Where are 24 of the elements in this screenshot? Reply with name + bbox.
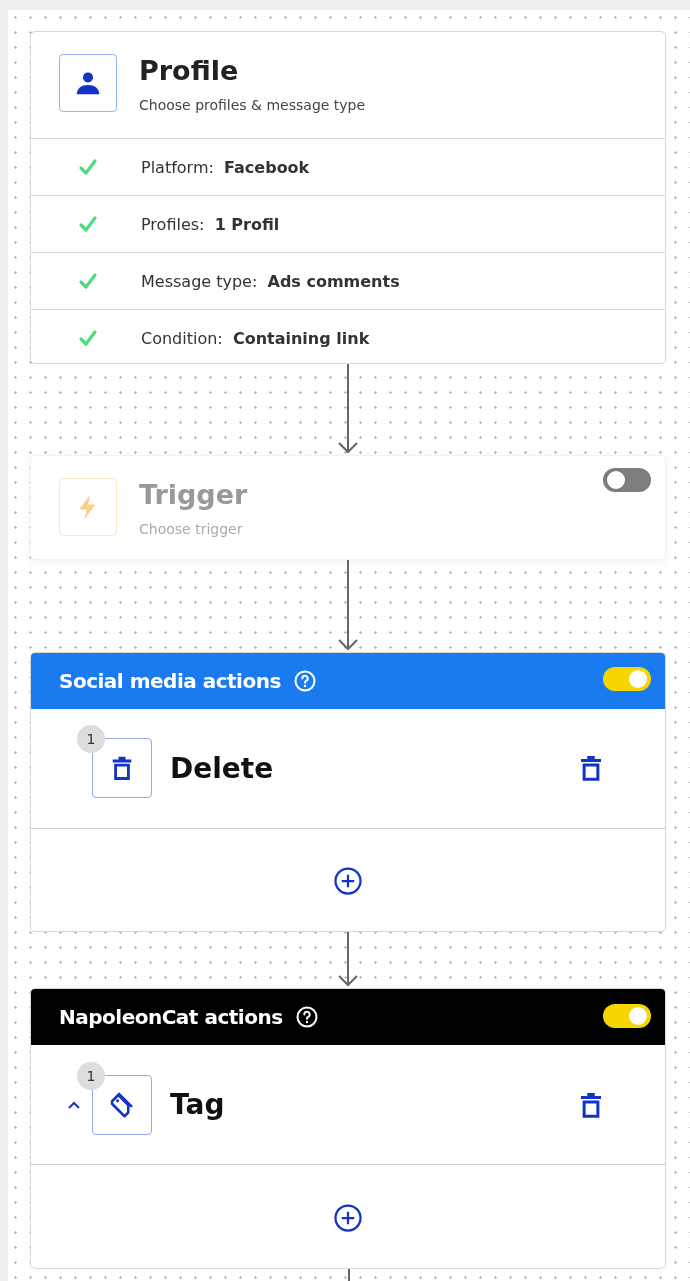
card-subtitle: Choose profiles & message type (139, 97, 367, 113)
card-title: Profile (139, 55, 240, 87)
toggle-switch[interactable] (603, 667, 651, 692)
action-name: Tag (170, 1088, 226, 1122)
connector-arrow (336, 932, 360, 989)
card-title: Trigger (139, 479, 249, 512)
lightning-icon (59, 478, 117, 537)
action-name: Delete (170, 751, 275, 785)
setting-text: Condition: Containing link (141, 328, 370, 348)
setting-text: Platform: Facebook (141, 157, 310, 177)
setting-text: Message type: Ads comments (141, 271, 400, 291)
add-icon[interactable] (333, 1202, 363, 1233)
person-icon (59, 54, 117, 112)
help-icon[interactable] (294, 1005, 319, 1030)
group-title: NapoleonCat actions (59, 1005, 283, 1030)
card-subtitle: Choose trigger (139, 521, 244, 538)
group-title: Social media actions (59, 668, 281, 693)
toggle-switch[interactable] (603, 468, 651, 493)
count-badge: 1 (77, 1061, 105, 1090)
setting-text: Profiles: 1 Profil (141, 214, 280, 234)
count-badge: 1 (77, 725, 105, 754)
chevron-icon[interactable] (68, 1100, 80, 1109)
add-icon[interactable] (333, 866, 363, 897)
toggle-switch[interactable] (603, 1003, 651, 1028)
